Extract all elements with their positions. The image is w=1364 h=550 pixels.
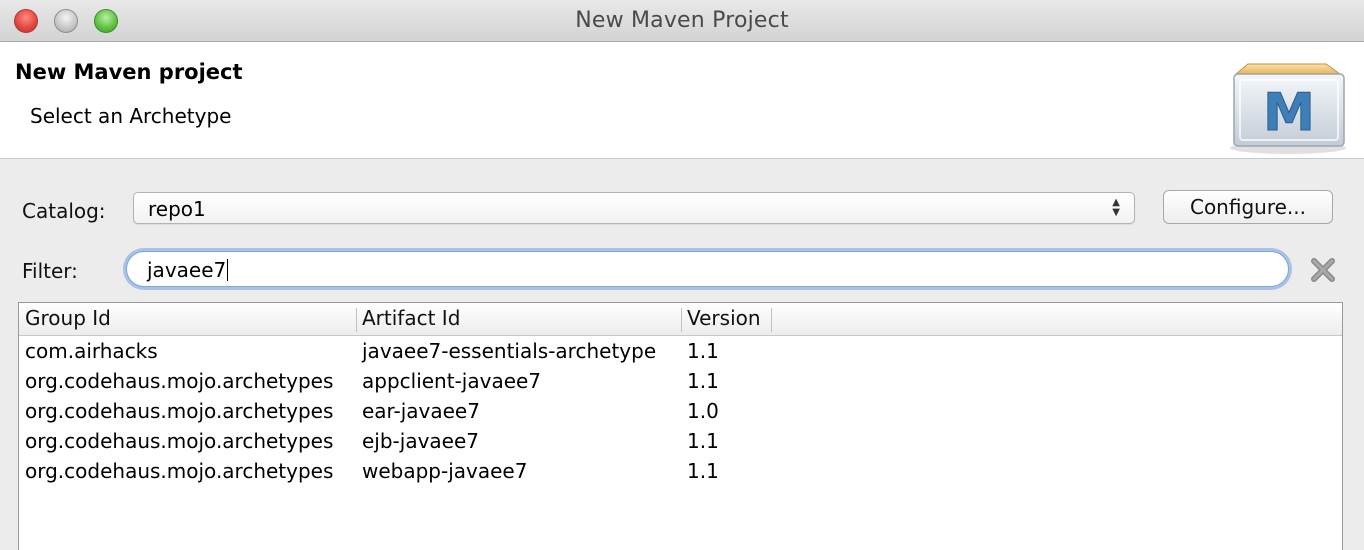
cell-artifact-id: ejb-javaee7 [362, 429, 480, 453]
cell-group-id: org.codehaus.mojo.archetypes [25, 459, 334, 483]
title-bar: New Maven Project [0, 0, 1364, 42]
maven-logo-icon: M [1230, 63, 1346, 154]
catalog-label: Catalog: [22, 199, 106, 223]
filter-input-value: javaee7 [147, 258, 227, 282]
cell-group-id: com.airhacks [25, 339, 158, 363]
cell-group-id: org.codehaus.mojo.archetypes [25, 399, 334, 423]
page-subtitle: Select an Archetype [30, 104, 232, 128]
table-header: Group Id Artifact Id Version [19, 303, 1342, 336]
filter-label: Filter: [22, 259, 78, 283]
text-caret [227, 259, 229, 281]
cell-version: 1.1 [687, 369, 719, 393]
window-title: New Maven Project [575, 8, 789, 33]
up-down-arrows-icon: ▲ ▼ [1112, 197, 1120, 218]
table-row[interactable]: org.codehaus.mojo.archetypes webapp-java… [19, 457, 1342, 487]
table-row[interactable]: org.codehaus.mojo.archetypes appclient-j… [19, 367, 1342, 397]
column-divider[interactable] [681, 308, 682, 332]
page-title: New Maven project [15, 60, 243, 84]
cell-group-id: org.codehaus.mojo.archetypes [25, 369, 334, 393]
archetype-table[interactable]: Group Id Artifact Id Version com.airhack… [18, 302, 1343, 550]
maven-logo-letter: M [1263, 83, 1315, 143]
configure-button[interactable]: Configure... [1163, 190, 1333, 224]
cell-version: 1.0 [687, 399, 719, 423]
table-row[interactable]: org.codehaus.mojo.archetypes ear-javaee7… [19, 397, 1342, 427]
wizard-banner: New Maven project Select an Archetype M [0, 42, 1364, 159]
cell-artifact-id: ear-javaee7 [362, 399, 480, 423]
clear-filter-icon[interactable] [1310, 257, 1336, 283]
filter-input[interactable]: javaee7 [126, 251, 1289, 287]
column-header-group-id[interactable]: Group Id [25, 306, 111, 330]
column-header-version[interactable]: Version [687, 306, 761, 330]
cell-version: 1.1 [687, 459, 719, 483]
catalog-selected-value: repo1 [148, 197, 206, 221]
column-header-artifact-id[interactable]: Artifact Id [362, 306, 460, 330]
column-divider[interactable] [771, 308, 772, 332]
cell-version: 1.1 [687, 339, 719, 363]
table-row[interactable]: com.airhacks javaee7-essentials-archetyp… [19, 337, 1342, 367]
cell-artifact-id: appclient-javaee7 [362, 369, 542, 393]
cell-artifact-id: javaee7-essentials-archetype [362, 339, 657, 363]
catalog-select[interactable]: repo1 ▲ ▼ [133, 192, 1135, 224]
cell-version: 1.1 [687, 429, 719, 453]
column-divider[interactable] [356, 308, 357, 332]
table-row[interactable]: org.codehaus.mojo.archetypes ejb-javaee7… [19, 427, 1342, 457]
cell-group-id: org.codehaus.mojo.archetypes [25, 429, 334, 453]
cell-artifact-id: webapp-javaee7 [362, 459, 528, 483]
